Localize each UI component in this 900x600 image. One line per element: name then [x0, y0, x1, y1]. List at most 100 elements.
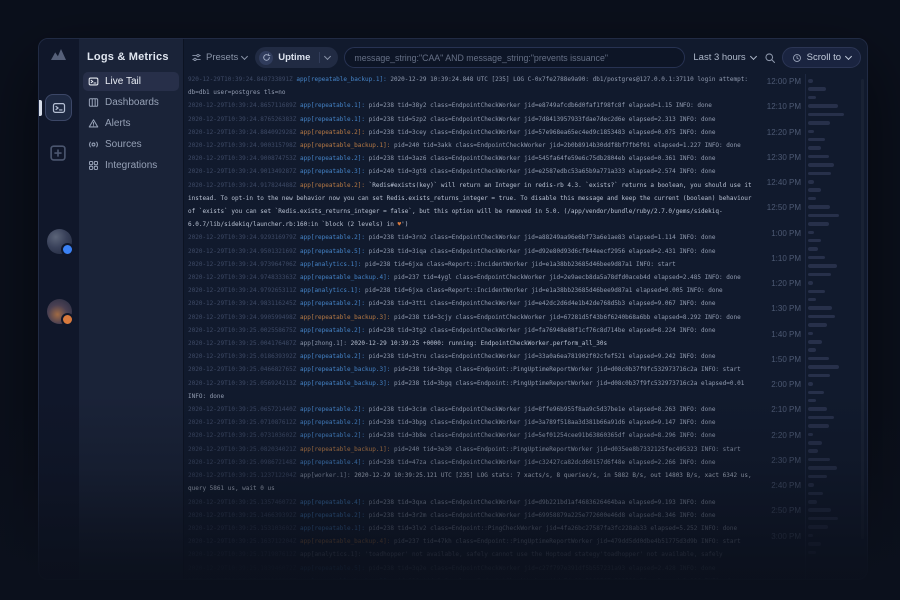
time-label: 2:20 PM — [761, 431, 801, 440]
log-source-tag: app[analytics.1]: — [300, 261, 361, 268]
sidebar-item-live-tail[interactable]: Live Tail — [83, 72, 179, 91]
plus-square-icon — [48, 143, 69, 163]
log-entry[interactable]: 2020-12-29T10:39:25.098672148Z app[repea… — [188, 456, 754, 469]
histogram-bar — [808, 130, 814, 134]
rail-live-tail-button[interactable] — [45, 94, 72, 121]
log-timestamp: 2020-12-29T10:39:25.002558675Z — [188, 327, 296, 334]
time-range-button[interactable]: Last 3 hours — [691, 52, 757, 63]
log-source-tag: app[repeatable_backup.4]: — [300, 538, 390, 545]
sidebar-item-sources[interactable]: Sources — [83, 135, 179, 154]
log-entry[interactable]: 2020-12-29T10:39:24.876526383Z app[repea… — [188, 113, 754, 126]
log-source-tag: app[zhong.1]: — [300, 340, 347, 347]
search-icon[interactable] — [764, 52, 776, 64]
log-entry[interactable]: 2020-12-29T10:39:24.900874753Z app[repea… — [188, 152, 754, 165]
time-range-label: Last 3 hours — [693, 52, 745, 63]
time-label: 12:30 PM — [761, 153, 801, 162]
log-entry[interactable]: 2020-12-29T10:39:25.135746072Z app[repea… — [188, 496, 754, 509]
log-timestamp: 2020-12-29T10:39:24.900874753Z — [188, 155, 296, 162]
log-entry[interactable]: 2020-12-29T10:39:24.865711689Z app[repea… — [188, 99, 754, 112]
scroll-to-label: Scroll to — [807, 52, 841, 63]
log-entry[interactable]: 2020-12-29T10:39:25.018639392Z app[repea… — [188, 350, 754, 363]
log-entry[interactable]: 920-12-29T10:39:24.848733891Z app[repeat… — [188, 73, 754, 99]
log-entry[interactable]: 2020-12-29T10:39:24.979265311Z app[analy… — [188, 284, 754, 297]
log-entry[interactable]: 2020-12-29T10:39:25.082034021Z app[repea… — [188, 443, 754, 456]
chevron-down-icon[interactable] — [324, 53, 331, 60]
log-entry[interactable]: 2020-12-29T10:39:25.163712204Z app[repea… — [188, 535, 754, 548]
time-label: 12:00 PM — [761, 77, 801, 86]
histogram-bar — [808, 113, 844, 117]
scroll-to-button[interactable]: Scroll to — [782, 47, 861, 68]
log-message: pid=238 tid=38y2 class=EndpointCheckWork… — [369, 102, 712, 109]
log-entry[interactable]: 2020-12-29T10:39:24.917824488Z app[repea… — [188, 179, 754, 232]
log-entry[interactable]: 2020-12-29T10:39:25.004176487Z app[zhong… — [188, 337, 754, 350]
histogram-bar — [808, 231, 814, 235]
log-timestamp: 2020-12-29T10:39:24.973964706Z — [188, 261, 296, 268]
log-entry[interactable]: 2020-12-29T10:39:25.183946072Z app[repea… — [188, 562, 754, 575]
rail-add-button[interactable] — [48, 142, 69, 163]
log-timestamp: 2020-12-29T10:39:24.865711689Z — [188, 102, 296, 109]
histogram-bar — [808, 239, 821, 243]
histogram-bar — [808, 424, 829, 428]
log-source-tag: app[repeatable.3]: — [300, 168, 365, 175]
log-message: pid=238 tid=3r2m class=EndpointCheckWork… — [369, 512, 716, 519]
time-label: 2:30 PM — [761, 456, 801, 465]
avatar[interactable] — [47, 299, 72, 324]
log-message: pid=238 tid=5zp2 class=EndpointCheckWork… — [369, 116, 716, 123]
log-entry[interactable]: 2020-12-29T10:39:25.153103602Z app[repea… — [188, 522, 754, 535]
log-entry[interactable]: 2020-12-29T10:39:24.884092928Z app[repea… — [188, 126, 754, 139]
log-entry[interactable]: 2020-12-29T10:39:25.065721440Z app[repea… — [188, 403, 754, 416]
scrollbar[interactable] — [861, 79, 864, 539]
histogram-bar — [808, 500, 817, 504]
log-timestamp: 2020-12-29T10:39:25.191349287Z — [188, 578, 296, 580]
log-entry[interactable]: 2020-12-29T10:39:24.973964706Z app[analy… — [188, 258, 754, 271]
log-entry[interactable]: 2020-12-29T10:39:25.046682765Z app[repea… — [188, 363, 754, 376]
log-source-tag: app[repeatable.2]: — [300, 512, 365, 519]
histogram-bar — [808, 508, 831, 512]
log-message: 2020-12-29 10:39:25 +0000: running: Endp… — [351, 340, 607, 347]
histogram-bar — [808, 197, 816, 201]
histogram-bar — [808, 365, 839, 369]
time-label: 12:20 PM — [761, 128, 801, 137]
presets-button[interactable]: Presets — [189, 52, 249, 63]
histogram-bar — [808, 458, 830, 462]
time-label: 12:40 PM — [761, 178, 801, 187]
log-source-tag: app[repeatable_backup.3]: — [300, 578, 390, 580]
log-timestamp: 2020-12-29T10:39:25.146639392Z — [188, 512, 296, 519]
log-entry[interactable]: 2020-12-29T10:39:25.146639392Z app[repea… — [188, 509, 754, 522]
sidebar-item-alerts[interactable]: Alerts — [83, 114, 179, 133]
log-entry[interactable]: 2020-12-29T10:39:24.901349287Z app[repea… — [188, 165, 754, 178]
uptime-filter-pill[interactable]: Uptime — [255, 47, 338, 68]
log-entry[interactable]: 2020-12-29T10:39:24.983116245Z app[repea… — [188, 297, 754, 310]
sliders-icon — [191, 52, 202, 63]
log-entry[interactable]: 2020-12-29T10:39:25.171987612Z app[analy… — [188, 548, 754, 561]
log-entry[interactable]: 2020-12-29T10:39:24.974833363Z app[repea… — [188, 271, 754, 284]
toolbar: Presets Uptime message_string:"CAA" AND … — [189, 47, 861, 68]
log-entry[interactable]: 2020-12-29T10:39:25.073103602Z app[repea… — [188, 429, 754, 442]
histogram-bar — [808, 273, 831, 277]
log-message: pid=238 tid=3bgq class=Endpoint::PingUpt… — [394, 366, 741, 373]
histogram-bar — [808, 340, 822, 344]
log-entry[interactable]: 2020-12-29T10:39:25.071087612Z app[repea… — [188, 416, 754, 429]
sources-icon — [88, 139, 99, 150]
icon-rail — [39, 39, 79, 579]
log-entry[interactable]: 2020-12-29T10:39:25.002558675Z app[repea… — [188, 324, 754, 337]
avatar[interactable] — [47, 229, 72, 254]
histogram-bar — [808, 180, 814, 184]
log-entry[interactable]: 2020-12-29T10:39:24.900315798Z app[repea… — [188, 139, 754, 152]
sidebar-item-integrations[interactable]: Integrations — [83, 156, 179, 175]
log-entry[interactable]: 2020-12-29T10:39:24.950132169Z app[repea… — [188, 245, 754, 258]
sidebar-item-dashboards[interactable]: Dashboards — [83, 93, 179, 112]
log-timestamp: 2020-12-29T10:39:25.073103602Z — [188, 432, 296, 439]
log-timestamp: 2020-12-29T10:39:24.929316979Z — [188, 234, 296, 241]
search-input[interactable]: message_string:"CAA" AND message_string:… — [344, 47, 685, 68]
log-entry[interactable]: 2020-12-29T10:39:25.123712204Z app[worke… — [188, 469, 754, 495]
log-entry[interactable]: 2020-12-29T10:39:24.990599498Z app[repea… — [188, 311, 754, 324]
log-source-tag: app[repeatable.5]: — [300, 565, 365, 572]
log-entry[interactable]: 2020-12-29T10:39:25.191349287Z app[repea… — [188, 575, 754, 580]
log-timestamp: 2020-12-29T10:39:25.082034021Z — [188, 446, 296, 453]
histogram-bar — [808, 121, 830, 125]
time-label: 12:50 PM — [761, 203, 801, 212]
log-entry[interactable]: 2020-12-29T10:39:24.929316979Z app[repea… — [188, 231, 754, 244]
time-label: 1:30 PM — [761, 304, 801, 313]
log-entry[interactable]: 2020-12-29T10:39:25.056924213Z app[repea… — [188, 377, 754, 403]
